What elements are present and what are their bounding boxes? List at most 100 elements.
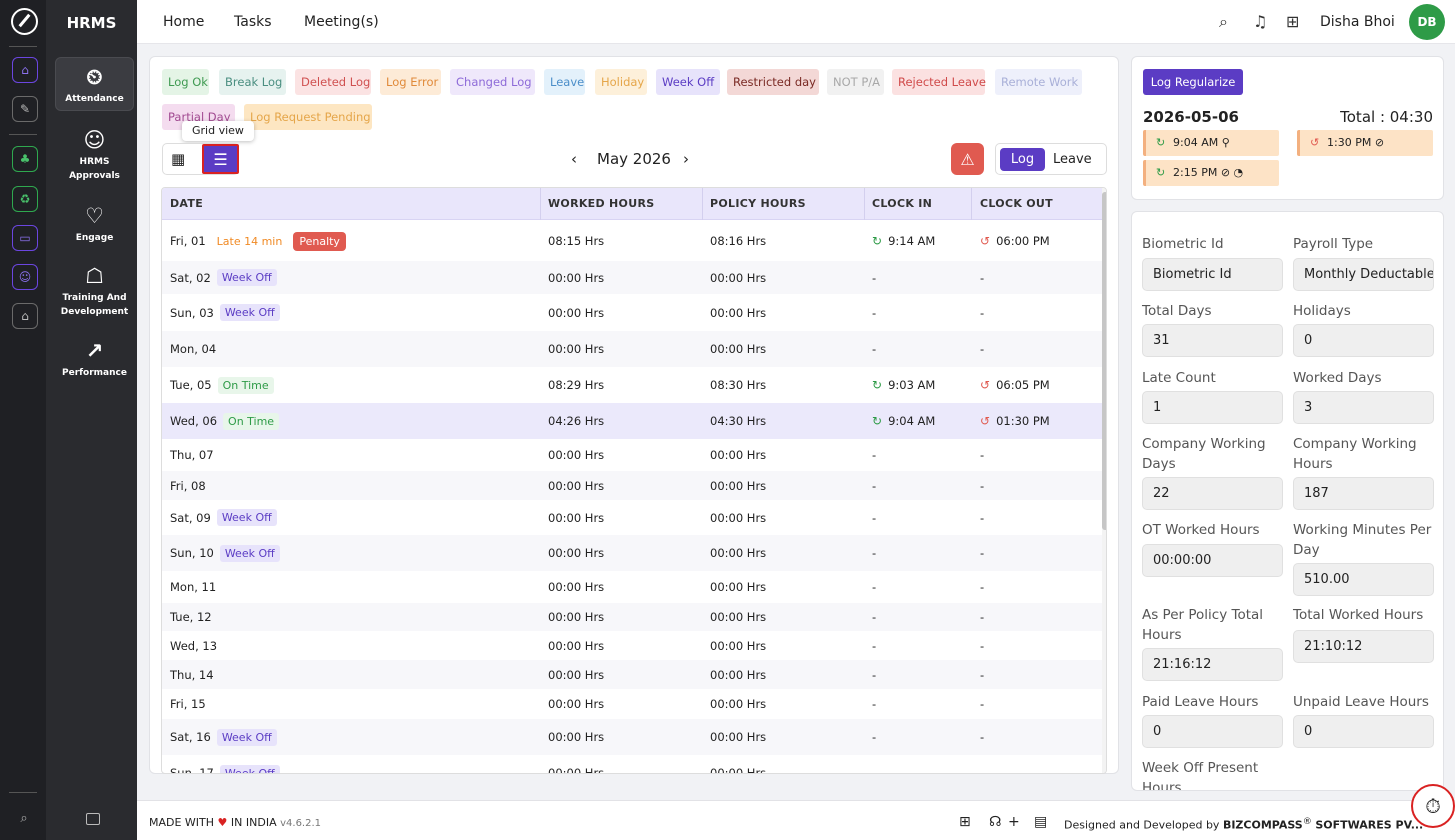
cell-policy-hours-text: 08:16 Hrs bbox=[710, 234, 767, 248]
table-row[interactable]: Mon, 11 00:00 Hrs 00:00 Hrs - - bbox=[162, 571, 1102, 603]
table-row[interactable]: Wed, 13 00:00 Hrs 00:00 Hrs - - bbox=[162, 631, 1102, 660]
cell-clock-out-text: - bbox=[980, 546, 985, 560]
cell-worked-hours: 08:29 Hrs bbox=[548, 367, 604, 403]
date-text: Fri, 15 bbox=[170, 697, 206, 711]
home-app-icon[interactable]: ⌂ bbox=[12, 57, 38, 83]
table-row[interactable]: Sat, 09 Week Off 00:00 Hrs 00:00 Hrs - - bbox=[162, 500, 1102, 535]
leave-tab[interactable]: Leave bbox=[1053, 148, 1092, 171]
date-text: Sun, 17 bbox=[170, 766, 214, 774]
cell-clock-out-text: - bbox=[980, 305, 985, 320]
log-regularize-button[interactable]: Log Regularize bbox=[1143, 69, 1243, 95]
punch-chip[interactable]: ↻ 2:15 PM ⊘ ◔ bbox=[1143, 160, 1279, 186]
avatar[interactable]: DB bbox=[1409, 4, 1445, 40]
collapse-sidebar-icon[interactable] bbox=[86, 813, 100, 825]
cell-policy-hours: 00:00 Hrs bbox=[710, 689, 766, 719]
cell-policy-hours: 00:00 Hrs bbox=[710, 294, 766, 331]
cell-worked-hours: 00:00 Hrs bbox=[548, 719, 604, 755]
log-leave-toggle: Log Leave bbox=[995, 143, 1107, 175]
warning-icon[interactable]: ⚠ bbox=[951, 143, 984, 175]
table-row[interactable]: Fri, 15 00:00 Hrs 00:00 Hrs - - bbox=[162, 689, 1102, 719]
sidebar-item-attendance[interactable]: ⏲ Attendance bbox=[55, 57, 134, 111]
header-worked-hours[interactable]: WORKED HOURS bbox=[548, 188, 654, 220]
nav-tasks[interactable]: Tasks bbox=[234, 14, 272, 30]
chevron-right-icon[interactable]: › bbox=[683, 150, 689, 168]
table-row[interactable]: Sun, 10 Week Off 00:00 Hrs 00:00 Hrs - - bbox=[162, 535, 1102, 571]
cell-clock-out: - bbox=[980, 755, 984, 773]
cell-worked-hours: 04:26 Hrs bbox=[548, 403, 604, 439]
table-row[interactable]: Wed, 06 On Time 04:26 Hrs 04:30 Hrs ↻ 9:04 AM… bbox=[162, 403, 1102, 439]
calendar-view-icon[interactable]: ▦ bbox=[171, 150, 185, 168]
log-tab[interactable]: Log bbox=[1000, 148, 1045, 171]
cell-worked-hours-text: 08:15 Hrs bbox=[548, 234, 605, 248]
headset-icon[interactable]: ☊ bbox=[989, 814, 1001, 830]
punch-chip[interactable]: ↻ 9:04 AM ⚲ bbox=[1143, 130, 1279, 156]
table-scrollbar-thumb[interactable] bbox=[1102, 192, 1106, 530]
header-clock-out[interactable]: CLOCK OUT bbox=[980, 188, 1053, 220]
cell-policy-hours: 00:00 Hrs bbox=[710, 719, 766, 755]
field-company-working-hours: 187 bbox=[1293, 477, 1434, 510]
recycle-app-icon[interactable]: ♻ bbox=[12, 186, 38, 212]
legend-log-error: Log Error bbox=[380, 69, 441, 95]
sidebar-item-engage[interactable]: ♡ Engage bbox=[55, 197, 134, 243]
table-row[interactable]: Thu, 14 00:00 Hrs 00:00 Hrs - - bbox=[162, 660, 1102, 689]
view-toggle: ▦ ☰ bbox=[162, 143, 239, 175]
search-icon[interactable]: ⌕ bbox=[14, 808, 34, 828]
sidebar-item-training[interactable]: ☖ Training And Development bbox=[55, 257, 134, 317]
header-date[interactable]: DATE bbox=[170, 188, 203, 220]
chart-line-icon: ↗ bbox=[85, 339, 104, 363]
list-view-icon[interactable]: ☰ bbox=[202, 144, 239, 174]
location-off-icon: ⊘ bbox=[1220, 166, 1231, 179]
nav-home[interactable]: Home bbox=[163, 14, 204, 30]
user-name[interactable]: Disha Bhoi bbox=[1320, 14, 1395, 30]
compass-logo-icon[interactable] bbox=[11, 8, 38, 35]
cell-clock-out: ↺ 01:30 PM bbox=[980, 403, 1050, 439]
company-name[interactable]: BIZCOMPASS bbox=[1223, 819, 1303, 832]
pin-app-icon[interactable]: ✎ bbox=[12, 96, 38, 122]
sidebar-item-performance[interactable]: ↗ Performance bbox=[55, 332, 134, 378]
punch-chip[interactable]: ↺ 1:30 PM ⊘ bbox=[1297, 130, 1433, 156]
table-row[interactable]: Mon, 04 00:00 Hrs 00:00 Hrs - - bbox=[162, 331, 1102, 367]
cell-worked-hours: 00:00 Hrs bbox=[548, 603, 604, 631]
field-worked-days: 3 bbox=[1293, 391, 1434, 424]
user-badge-app-icon[interactable]: ☺ bbox=[12, 264, 38, 290]
table-row[interactable]: Sat, 02 Week Off 00:00 Hrs 00:00 Hrs - - bbox=[162, 261, 1102, 294]
cell-policy-hours: 00:00 Hrs bbox=[710, 500, 766, 535]
table-row[interactable]: Tue, 05 On Time 08:29 Hrs 08:30 Hrs ↻ 9:03 AM… bbox=[162, 367, 1102, 403]
stopwatch-icon[interactable]: ⏱ bbox=[1411, 784, 1455, 828]
team-app-icon[interactable]: ♣ bbox=[12, 146, 38, 172]
search-icon[interactable]: ⌕ bbox=[1219, 12, 1228, 32]
cell-clock-out-text: - bbox=[980, 478, 985, 493]
header-clock-in[interactable]: CLOCK IN bbox=[872, 188, 932, 220]
table-row[interactable]: Fri, 01 Late 14 min Penalty 08:15 Hrs 08:16 … bbox=[162, 221, 1102, 261]
house-app-icon[interactable]: ⌂ bbox=[12, 303, 38, 329]
chevron-left-icon[interactable]: ‹ bbox=[571, 150, 577, 168]
cell-date: Sun, 17 Week Off bbox=[170, 755, 280, 774]
cell-clock-in: - bbox=[872, 603, 876, 631]
table-row[interactable]: Sat, 16 Week Off 00:00 Hrs 00:00 Hrs - - bbox=[162, 719, 1102, 755]
table-row[interactable]: Thu, 07 00:00 Hrs 00:00 Hrs - - bbox=[162, 439, 1102, 471]
cell-clock-in: ↻ 9:14 AM bbox=[872, 221, 935, 261]
cell-policy-hours: 00:00 Hrs bbox=[710, 439, 766, 471]
date-text: Sat, 09 bbox=[170, 510, 211, 525]
cell-clock-in-text: - bbox=[872, 342, 877, 356]
field-unpaid-leave-hours: 0 bbox=[1293, 715, 1434, 748]
table-row[interactable]: Sun, 03 Week Off 00:00 Hrs 00:00 Hrs - - bbox=[162, 294, 1102, 331]
header-policy-hours[interactable]: POLICY HOURS bbox=[710, 188, 806, 220]
nav-meetings[interactable]: Meeting(s) bbox=[304, 14, 379, 30]
table-row[interactable]: Tue, 12 00:00 Hrs 00:00 Hrs - - bbox=[162, 603, 1102, 631]
document-icon[interactable]: ▤ bbox=[1034, 814, 1047, 830]
table-row[interactable]: Sun, 17 Week Off 00:00 Hrs 00:00 Hrs - - bbox=[162, 755, 1102, 774]
plus-icon[interactable]: + bbox=[1008, 814, 1020, 830]
briefcase-app-icon[interactable]: ▭ bbox=[12, 225, 38, 251]
punch-time: 2:15 PM bbox=[1173, 166, 1218, 179]
windows-icon[interactable]: ⊞ bbox=[959, 814, 971, 830]
bell-icon[interactable]: ♫ bbox=[1253, 12, 1267, 31]
status-badge: Week Off bbox=[216, 728, 277, 746]
field-paid-leave-hours: 0 bbox=[1142, 715, 1283, 748]
label-working-minutes-per-day: Working Minutes Per Day bbox=[1293, 522, 1432, 558]
sidebar-item-hrms-approvals[interactable]: ☺ HRMS Approvals bbox=[55, 121, 134, 181]
apps-grid-icon[interactable]: ⊞ bbox=[1286, 12, 1299, 31]
made-in-india: MADE WITH ♥ IN INDIA v4.6.2.1 bbox=[149, 816, 321, 829]
location-off-icon: ⊘ bbox=[1374, 136, 1385, 149]
table-row[interactable]: Fri, 08 00:00 Hrs 00:00 Hrs - - bbox=[162, 471, 1102, 500]
